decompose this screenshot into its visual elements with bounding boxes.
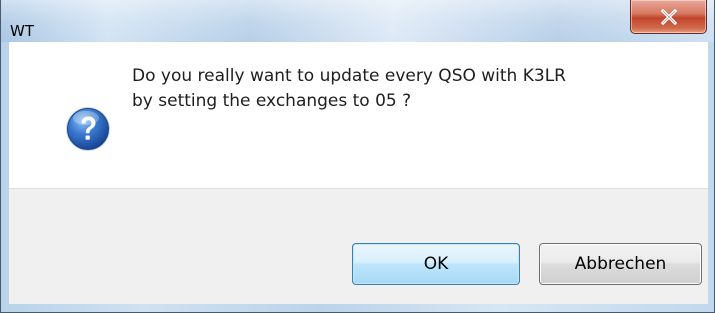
close-button[interactable] [630,0,707,34]
window-title: WT [10,22,34,40]
cancel-button[interactable]: Abbrechen [539,243,702,285]
close-icon [661,9,677,25]
message-area: Do you really want to update every QSO w… [9,42,708,188]
dialog-message: Do you really want to update every QSO w… [132,64,566,114]
message-dialog: WT Do you really want to update every QS… [0,0,715,313]
button-bar: OK Abbrechen [9,188,708,304]
message-line-1: Do you really want to update every QSO w… [132,66,566,86]
title-bar[interactable]: WT [1,0,714,42]
question-icon [66,107,110,151]
ok-button[interactable]: OK [352,243,520,285]
message-line-2: by setting the exchanges to 05 ? [132,91,412,111]
